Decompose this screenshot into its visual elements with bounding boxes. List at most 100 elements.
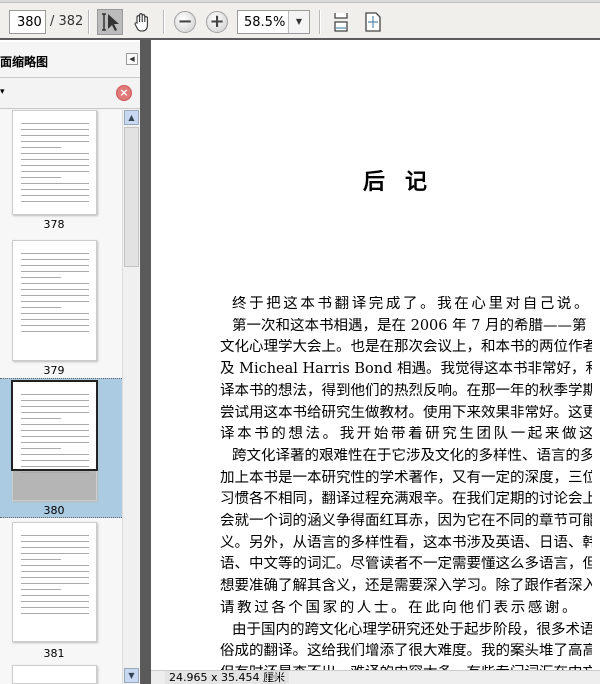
- thumbnail-text-line: [21, 153, 89, 154]
- thumbnail-text-line: [21, 319, 89, 320]
- visible-area-box[interactable]: [11, 380, 98, 471]
- thumbnail-text-line: [21, 571, 89, 572]
- zoom-out-icon: −: [174, 11, 196, 33]
- zoom-value: 58.5%: [244, 15, 286, 30]
- thumbnail-text-line: [21, 307, 61, 308]
- thumbnail-382[interactable]: [0, 665, 122, 684]
- scroll-left-icon[interactable]: ◀: [267, 671, 281, 684]
- thumbnail-text-line: [21, 271, 89, 272]
- thumbnail-label: 379: [43, 364, 65, 377]
- thumbnail-text-line: [21, 171, 89, 172]
- thumbnail-text-line: [21, 301, 89, 302]
- thumbnail-text-line: [21, 565, 89, 566]
- thumbnail-label: 378: [43, 218, 65, 231]
- thumbnail-text-line: [21, 259, 89, 260]
- page-title: 后记: [363, 169, 448, 195]
- text-line: 尝试用这本书给研究生做教材。使用下来效果非常好。这更坚定了我翻: [220, 404, 592, 421]
- panel-splitter[interactable]: [140, 40, 151, 684]
- panel-options-bar: ▾ ×: [0, 79, 140, 109]
- thumbnail-text-line: [21, 159, 89, 160]
- thumbnail-379[interactable]: 379: [0, 240, 122, 380]
- thumbnail-text-line: [21, 559, 61, 560]
- status-bar: 24.965 x 35.454 厘米 ◀: [151, 670, 600, 684]
- thumbnail-380[interactable]: 380: [0, 378, 122, 518]
- page-thumbnails-panel: 面缩略图 ◀ ▾ × 378 379 380 381 ▲ ▼: [0, 42, 140, 684]
- thumbnail-text-line: [21, 613, 89, 614]
- thumbnail-text-line: [21, 141, 89, 142]
- panel-title: 面缩略图: [0, 55, 49, 69]
- zoom-in-button[interactable]: +: [204, 9, 230, 35]
- thumbnail-text-line: [21, 265, 89, 266]
- close-icon[interactable]: ×: [116, 85, 132, 101]
- text-line: 译本书的想法。我开始带着研究生团队一起来做这项艰巨的工作。: [220, 426, 592, 443]
- thumbnail-text-line: [21, 177, 61, 178]
- text-line: 语、中文等的词汇。尽管读者不一定需要懂这么多语言，但作为译者，: [220, 556, 592, 573]
- text-line: 及 Micheal Harris Bond 相遇。我觉得这本书非常好，和两位作者…: [220, 361, 592, 378]
- text-line: 会就一个词的涵义争得面红耳赤，因为它在不同的章节可能有不同的含: [220, 513, 592, 529]
- page-total: / 382: [50, 14, 84, 29]
- thumbnail-page-image: [12, 522, 97, 642]
- document-page: 后记 终于把这本书翻译完成了。我在心里对自己说。 第一次和这本书相遇，是在 200…: [151, 42, 600, 684]
- text-line: 第一次和这本书相遇，是在 2006 年 7 月的希腊——第 18 届国际跨: [232, 317, 592, 334]
- thumbnail-text-line: [21, 195, 89, 196]
- thumbnail-text-line: [21, 595, 89, 596]
- text-line: 由于国内的跨文化心理学研究还处于起步阶段，很多术语没有约定: [232, 621, 592, 638]
- select-tool-button[interactable]: [97, 9, 123, 35]
- thumbnail-text-line: [21, 129, 89, 130]
- thumbnail-label: 380: [43, 504, 65, 517]
- fit-page-icon: [365, 12, 381, 32]
- fit-page-button[interactable]: [360, 9, 386, 35]
- page-number-input[interactable]: 380: [9, 10, 46, 34]
- thumbnail-text-line: [21, 553, 89, 554]
- thumbnail-text-line: [21, 601, 89, 602]
- thumbnail-text-line: [21, 472, 89, 473]
- thumbnail-scrollbar[interactable]: ▲ ▼: [122, 110, 139, 684]
- thumbnail-text-line: [21, 325, 89, 326]
- fit-width-icon: [334, 13, 348, 32]
- text-line: 请教过各个国家的人士。在此向他们表示感谢。: [220, 599, 580, 616]
- thumbnail-text-line: [21, 283, 89, 284]
- thumbnail-text-line: [21, 535, 89, 536]
- select-tool-icon: [102, 13, 119, 31]
- scrollbar-thumb[interactable]: [124, 127, 139, 267]
- toolbar-divider: [88, 10, 90, 34]
- hand-tool-icon: [134, 13, 148, 32]
- thumbnail-text-line: [21, 547, 89, 548]
- toolbar-top-edge: [0, 0, 600, 3]
- toolbar: 380 / 382 − + 58.5% ▼: [0, 0, 600, 40]
- zoom-in-icon: +: [206, 11, 228, 33]
- scroll-down-icon[interactable]: ▼: [124, 668, 139, 683]
- scroll-up-icon[interactable]: ▲: [124, 110, 139, 125]
- zoom-select[interactable]: 58.5% ▼: [237, 10, 310, 34]
- text-line: 义。另外，从语言的多样性看，这本书涉及英语、日语、韩语、菲律宾: [220, 534, 592, 551]
- thumbnail-text-line: [21, 313, 89, 314]
- thumbnail-text-line: [21, 123, 89, 124]
- text-line: 跨文化译著的艰难性在于它涉及文化的多样性、语言的多样性。再: [232, 447, 592, 464]
- toolbar-divider: [319, 10, 321, 34]
- hand-tool-button[interactable]: [129, 9, 155, 35]
- thumbnail-text-line: [21, 577, 89, 578]
- toolbar-divider: [163, 10, 165, 34]
- text-line: 加上本书是一本研究性的学术著作，又有一定的深度，三位作者的语言: [220, 469, 592, 486]
- thumbnail-text-line: [21, 165, 89, 166]
- thumbnail-378[interactable]: 378: [0, 110, 122, 240]
- thumbnail-text-line: [21, 607, 89, 608]
- thumbnail-list: 378 379 380 381: [0, 110, 122, 684]
- thumbnail-page-image: [12, 240, 97, 361]
- chevron-down-icon[interactable]: ▼: [288, 11, 309, 33]
- thumbnail-page-image: [12, 110, 97, 215]
- panel-header: 面缩略图 ◀: [0, 42, 140, 78]
- fit-width-button[interactable]: [328, 9, 354, 35]
- thumbnail-text-line: [21, 253, 89, 254]
- collapse-panel-button[interactable]: ◀: [126, 53, 138, 65]
- thumbnail-text-line: [21, 183, 89, 184]
- thumbnail-text-line: [21, 201, 89, 202]
- thumbnail-text-line: [21, 295, 89, 296]
- thumbnail-text-line: [21, 589, 61, 590]
- zoom-out-button[interactable]: −: [172, 9, 198, 35]
- thumbnail-label: 381: [43, 647, 65, 660]
- options-menu-arrow[interactable]: ▾: [0, 87, 5, 97]
- thumbnail-381[interactable]: 381: [0, 520, 122, 665]
- text-line: 译本书的想法，得到他们的热烈反响。在那一年的秋季学期，我第一次: [220, 382, 592, 399]
- thumbnail-text-line: [21, 147, 61, 148]
